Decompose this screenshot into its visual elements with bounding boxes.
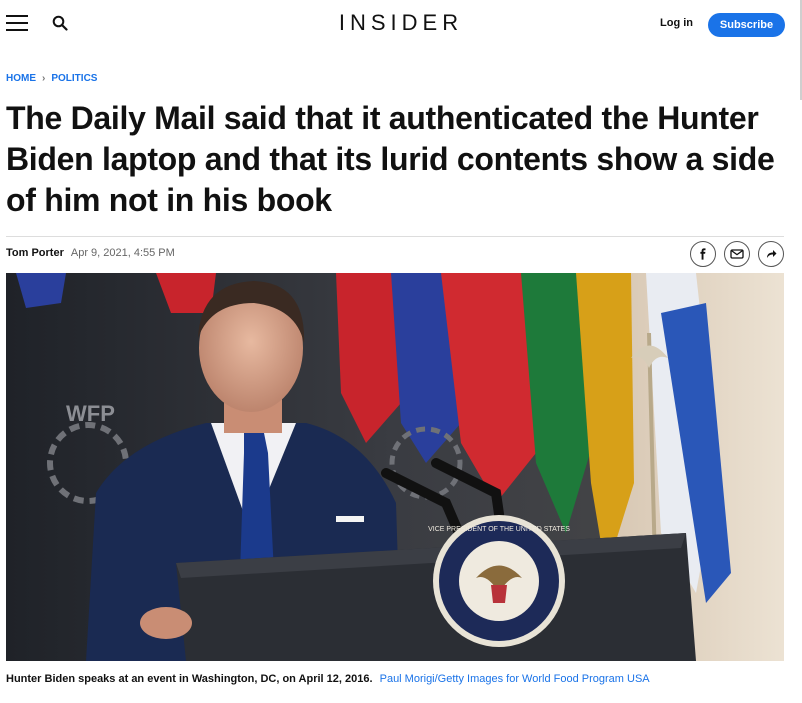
byline: Tom Porter Apr 9, 2021, 4:55 PM [6,247,175,259]
divider [6,236,784,237]
photo-credit-link[interactable]: Paul Morigi/Getty Images for World Food … [380,673,650,685]
publish-date: Apr 9, 2021, 4:55 PM [70,247,175,259]
subscribe-button[interactable]: Subscribe [708,13,785,37]
login-link[interactable]: Log in [660,17,693,29]
email-share-button[interactable] [724,241,750,267]
site-header: INSIDER Log in Subscribe [0,0,802,50]
share-button[interactable] [758,241,784,267]
caption-text: Hunter Biden speaks at an event in Washi… [6,673,373,685]
share-icon [767,250,777,258]
seal-text: VICE PRESIDENT OF THE UNITED STATES [428,526,570,533]
author-link[interactable]: Tom Porter [6,247,64,259]
breadcrumb-home[interactable]: HOME [6,73,36,84]
email-icon [730,249,744,259]
article-headline: The Daily Mail said that it authenticate… [6,100,775,218]
article-photo: WFP VICE PRESIDENT OF THE UNITED STATES [6,273,784,661]
chevron-right-icon: › [42,73,46,84]
facebook-icon [700,248,706,260]
photo-caption: Hunter Biden speaks at an event in Washi… [6,673,650,685]
breadcrumb-politics[interactable]: POLITICS [51,73,97,84]
facebook-share-button[interactable] [690,241,716,267]
breadcrumb: HOME › POLITICS [6,73,97,84]
